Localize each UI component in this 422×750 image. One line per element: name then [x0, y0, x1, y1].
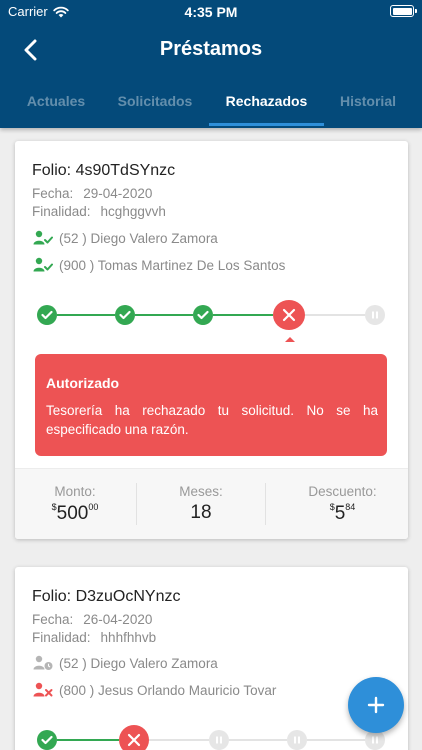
rejection-message: Tesorería ha rechazado tu solicitud. No … — [46, 403, 378, 437]
step-connector — [135, 314, 193, 316]
step-approved-icon — [37, 730, 57, 750]
progress-stepper — [37, 300, 387, 330]
page-title: Préstamos — [159, 38, 263, 60]
step-connector — [57, 739, 119, 741]
amount-cents: 00 — [88, 502, 99, 512]
step-pending-icon — [365, 730, 385, 750]
step-rejected-icon — [119, 725, 149, 750]
amount-integer: 500 — [56, 503, 89, 524]
rejection-alert: Autorizado Tesorería ha rechazado tu sol… — [35, 354, 387, 456]
step-approved-icon — [37, 305, 57, 325]
purpose-label: Finalidad: — [32, 204, 91, 219]
summary-divider — [265, 483, 266, 525]
user-x-icon — [33, 682, 53, 697]
loan-folio: Folio: D3zuOcNYnzc — [32, 588, 181, 605]
loan-folio: Folio: 4s90TdSYnzc — [32, 162, 176, 179]
tab-indicator — [209, 123, 324, 126]
amount-label: Monto: — [54, 484, 96, 499]
discount-value: $584 — [277, 502, 408, 525]
loan-purpose: Finalidad: hcghggvvh — [32, 204, 166, 219]
tab-solicitados[interactable]: Solicitados — [106, 80, 204, 128]
user-check-icon — [33, 230, 53, 245]
loan-purpose: Finalidad: hhhfhhvb — [32, 630, 156, 645]
loan-summary: Monto: $50000 Meses: 18 Descuento: $584 — [15, 468, 408, 539]
step-pending-icon — [365, 305, 385, 325]
purpose-value: hhhfhhvb — [100, 630, 157, 645]
discount-label: Descuento: — [308, 484, 377, 499]
loan-date: Fecha: 29-04-2020 — [32, 186, 152, 201]
app-bar: Carrier 4:35 PM Préstamos Actuales Solic… — [0, 0, 422, 128]
authorizer-row: (800 ) Jesus Orlando Mauricio Tovar — [33, 682, 276, 698]
purpose-value: hcghggvvh — [100, 204, 166, 219]
step-connector — [213, 314, 273, 316]
tab-bar: Actuales Solicitados Rechazados Historia… — [0, 80, 422, 128]
add-loan-button[interactable] — [348, 677, 404, 733]
months-column: Meses: 18 — [137, 469, 265, 539]
discount-column: Descuento: $584 — [277, 469, 408, 539]
step-approved-icon — [193, 305, 213, 325]
authorizer-name: (900 ) Tomas Martinez De Los Santos — [59, 257, 286, 273]
step-pending-icon — [209, 730, 229, 750]
discount-integer: 5 — [334, 503, 346, 524]
tab-historial[interactable]: Historial — [330, 80, 406, 128]
months-label: Meses: — [179, 484, 223, 499]
tab-actuales[interactable]: Actuales — [14, 80, 98, 128]
date-value: 26-04-2020 — [83, 612, 153, 627]
clock: 4:35 PM — [184, 4, 238, 20]
date-label: Fecha: — [32, 186, 74, 201]
authorizer-row: (900 ) Tomas Martinez De Los Santos — [33, 257, 285, 273]
authorizer-row: (52 ) Diego Valero Zamora — [33, 230, 218, 246]
discount-cents: 84 — [345, 502, 356, 512]
step-connector — [307, 739, 365, 741]
rejection-pointer — [285, 337, 295, 342]
step-approved-icon — [115, 305, 135, 325]
authorizer-name: (52 ) Diego Valero Zamora — [59, 655, 218, 671]
battery-icon — [390, 5, 417, 17]
loan-date: Fecha: 26-04-2020 — [32, 612, 152, 627]
loan-card[interactable]: Folio: D3zuOcNYnzc Fecha: 26-04-2020 Fina… — [15, 567, 408, 750]
progress-stepper — [37, 725, 387, 750]
step-connector — [305, 314, 365, 316]
amount-value: $50000 — [15, 502, 135, 525]
loan-card[interactable]: Folio: 4s90TdSYnzc Fecha: 29-04-2020 Fina… — [15, 141, 408, 539]
date-label: Fecha: — [32, 612, 74, 627]
authorizer-name: (800 ) Jesus Orlando Mauricio Tovar — [59, 682, 277, 698]
months-value: 18 — [190, 502, 212, 523]
step-connector — [57, 314, 115, 316]
step-connector — [149, 739, 209, 741]
step-pending-icon — [287, 730, 307, 750]
user-clock-icon — [33, 655, 53, 670]
rejection-title: Autorizado — [46, 375, 120, 391]
step-connector — [229, 739, 287, 741]
step-rejected-icon — [273, 300, 305, 330]
amount-column: Monto: $50000 — [15, 469, 135, 539]
date-value: 29-04-2020 — [83, 186, 153, 201]
tab-rechazados[interactable]: Rechazados — [209, 80, 324, 128]
purpose-label: Finalidad: — [32, 630, 91, 645]
authorizer-name: (52 ) Diego Valero Zamora — [59, 230, 218, 246]
status-bar: Carrier 4:35 PM — [0, 0, 422, 22]
plus-icon — [367, 696, 385, 714]
user-check-icon — [33, 257, 53, 272]
authorizer-row: (52 ) Diego Valero Zamora — [33, 655, 218, 671]
